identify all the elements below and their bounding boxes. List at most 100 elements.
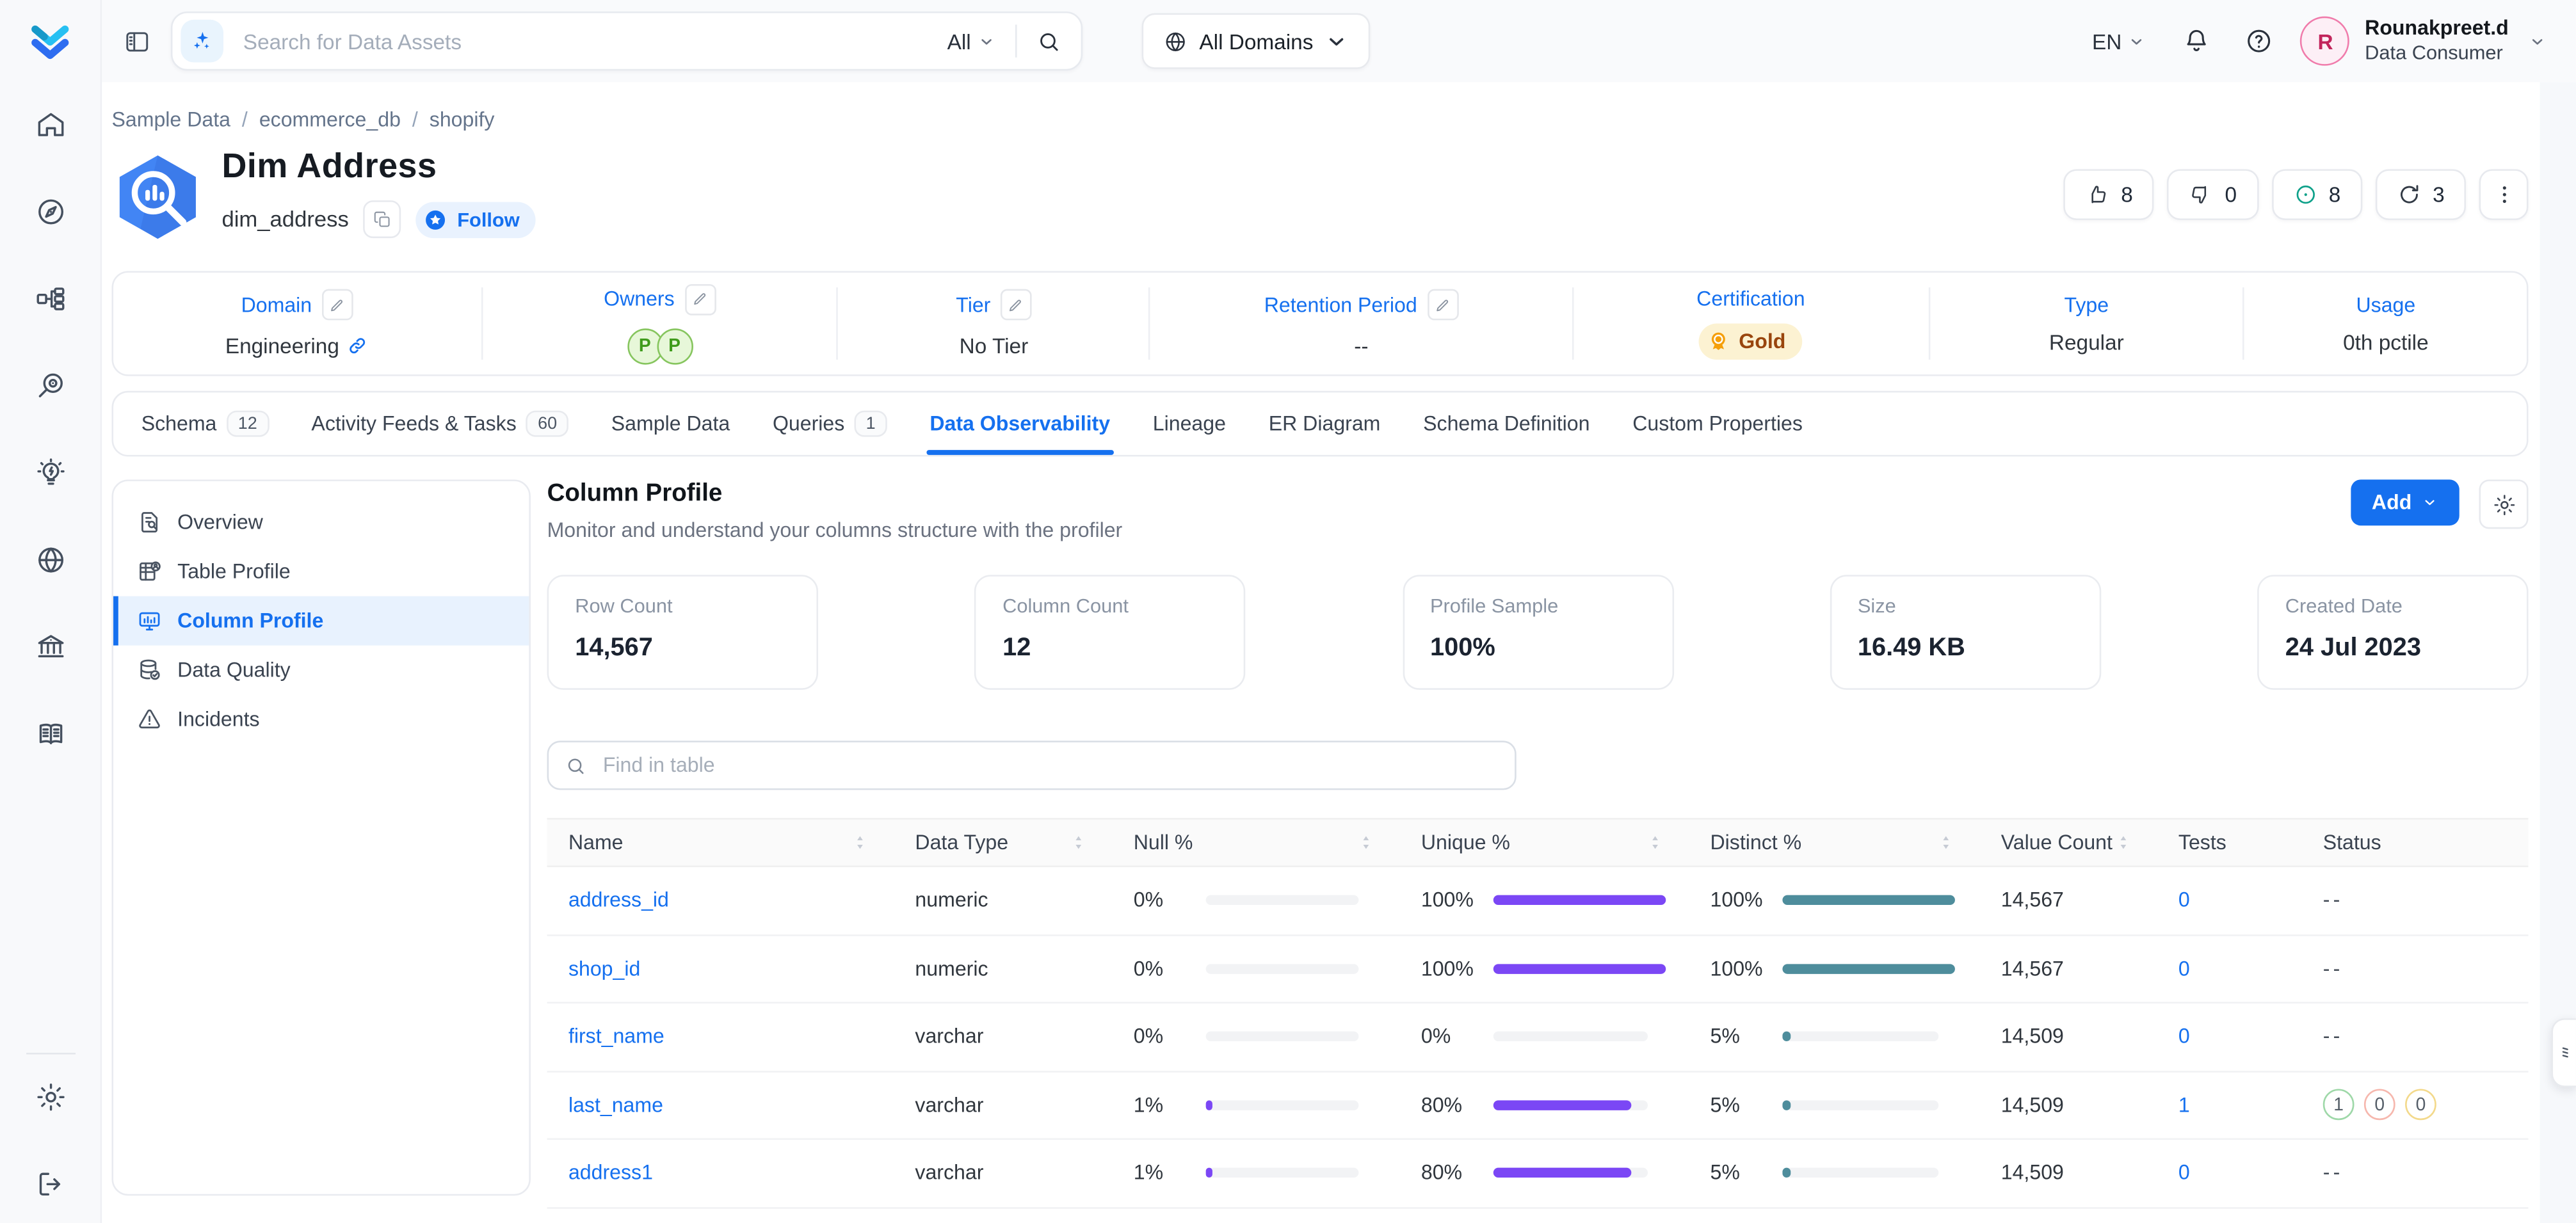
meta-label[interactable]: Usage xyxy=(2356,293,2416,316)
column-header-value-count[interactable]: Value Count xyxy=(1981,831,2159,854)
sort-caret-icon[interactable] xyxy=(1357,832,1375,853)
edit-pencil-icon[interactable] xyxy=(322,289,353,321)
more-options-button[interactable] xyxy=(2479,169,2529,220)
tab-activity-feeds-tasks[interactable]: Activity Feeds & Tasks60 xyxy=(311,392,568,455)
sidebar-item-column-profile[interactable]: Column Profile xyxy=(113,596,529,646)
profiler-settings-button[interactable] xyxy=(2479,479,2529,529)
tests-link[interactable]: 0 xyxy=(2178,1025,2190,1048)
tab-schema-definition[interactable]: Schema Definition xyxy=(1423,392,1590,455)
tests-link[interactable]: 1 xyxy=(2178,1094,2190,1117)
progress-fill xyxy=(1493,964,1666,973)
column-name-link[interactable]: first_name xyxy=(568,1025,664,1048)
column-name-link[interactable]: address1 xyxy=(568,1162,653,1185)
breadcrumb-item[interactable]: shopify xyxy=(430,108,495,131)
global-search-input[interactable] xyxy=(240,27,947,55)
downvote-button[interactable]: 0 xyxy=(2168,169,2258,220)
tests-link[interactable]: 0 xyxy=(2178,889,2190,912)
rail-explore-icon[interactable] xyxy=(34,195,67,228)
tests-link[interactable]: 0 xyxy=(2178,957,2190,980)
user-avatar[interactable]: R xyxy=(2301,17,2350,66)
edit-pencil-icon[interactable] xyxy=(684,284,716,315)
column-header-data-type[interactable]: Data Type xyxy=(896,831,1114,854)
breadcrumb-item[interactable]: ecommerce_db xyxy=(259,108,401,131)
meta-label[interactable]: Tier xyxy=(956,293,990,316)
version-history-button[interactable]: 3 xyxy=(2375,169,2466,220)
edit-pencil-icon[interactable] xyxy=(1001,289,1032,321)
column-header-distinct-[interactable]: Distinct % xyxy=(1691,831,1981,854)
meta-label[interactable]: Owners xyxy=(604,287,675,310)
find-in-table-input[interactable] xyxy=(600,752,1499,778)
find-in-table[interactable] xyxy=(547,740,1517,790)
rail-insights-icon[interactable] xyxy=(34,456,67,489)
globe-icon xyxy=(1163,29,1187,53)
status-empty: -- xyxy=(2323,889,2344,912)
breadcrumb-item[interactable]: Sample Data xyxy=(112,108,230,131)
sort-caret-icon[interactable] xyxy=(1070,832,1088,853)
sidebar-item-table-profile[interactable]: Table Profile xyxy=(113,547,529,596)
side-panel-handle[interactable] xyxy=(2551,1018,2575,1087)
meta-label[interactable]: Certification xyxy=(1696,287,1805,310)
meta-label[interactable]: Domain xyxy=(241,293,312,316)
global-search[interactable]: All xyxy=(171,12,1083,70)
entity-tabs: Schema12 Activity Feeds & Tasks60 Sample D… xyxy=(112,391,2529,457)
rail-governance-icon[interactable] xyxy=(34,630,67,663)
column-header-null-[interactable]: Null % xyxy=(1114,831,1401,854)
tab-er-diagram[interactable]: ER Diagram xyxy=(1269,392,1381,455)
follow-button[interactable]: Follow xyxy=(416,201,536,237)
column-header-name[interactable]: Name xyxy=(547,831,896,854)
sidebar-item-data-quality[interactable]: Data Quality xyxy=(113,646,529,695)
meta-label[interactable]: Retention Period xyxy=(1264,293,1417,316)
column-name-link[interactable]: address_id xyxy=(568,889,669,912)
user-info[interactable]: Rounakpreet.d Data Consumer xyxy=(2365,15,2509,67)
rail-logout-icon[interactable] xyxy=(34,1168,67,1201)
rail-glossary-icon[interactable] xyxy=(34,717,67,750)
meta-segment-tier: TierNo Tier xyxy=(837,287,1148,360)
status-badge-success[interactable]: 1 xyxy=(2323,1089,2355,1121)
edit-pencil-icon[interactable] xyxy=(1427,289,1458,321)
rail-home-icon[interactable] xyxy=(34,108,67,141)
meta-label[interactable]: Type xyxy=(2065,293,2109,316)
table-row: address_idnumeric0%100%100%14,5670-- xyxy=(547,867,2529,936)
copy-name-button[interactable] xyxy=(364,200,401,238)
watch-count-button[interactable]: 8 xyxy=(2271,169,2362,220)
tab-schema[interactable]: Schema12 xyxy=(141,392,269,455)
rail-lineage-icon[interactable] xyxy=(34,282,67,315)
sort-caret-icon[interactable] xyxy=(1646,832,1664,853)
column-name-link[interactable]: shop_id xyxy=(568,957,640,980)
sort-caret-icon[interactable] xyxy=(1937,832,1955,853)
rail-domains-icon[interactable] xyxy=(34,543,67,576)
warning-icon xyxy=(136,707,163,733)
app-logo-icon[interactable] xyxy=(26,18,74,65)
help-icon[interactable] xyxy=(2245,26,2274,56)
language-selector[interactable]: EN xyxy=(2092,29,2146,53)
sidebar-toggle-icon[interactable] xyxy=(123,27,151,55)
tab-lineage[interactable]: Lineage xyxy=(1153,392,1226,455)
user-menu-chevron-icon[interactable] xyxy=(2529,32,2547,50)
rail-settings-icon[interactable] xyxy=(34,1081,67,1114)
sidebar-item-incidents[interactable]: Incidents xyxy=(113,695,529,744)
tests-link[interactable]: 0 xyxy=(2178,1162,2190,1185)
sort-caret-icon[interactable] xyxy=(2114,832,2132,853)
all-domains-button[interactable]: All Domains xyxy=(1142,13,1371,69)
upvote-button[interactable]: 8 xyxy=(2063,169,2154,220)
domain-link-icon[interactable] xyxy=(348,335,369,356)
rail-observability-icon[interactable] xyxy=(34,369,67,402)
column-name-link[interactable]: last_name xyxy=(568,1094,663,1117)
sidebar-item-overview[interactable]: Overview xyxy=(113,498,529,547)
tab-label: Activity Feeds & Tasks xyxy=(311,412,516,435)
ai-sparkle-icon[interactable] xyxy=(181,20,223,63)
owner-avatar[interactable]: P xyxy=(656,328,692,364)
status-badge-failed[interactable]: 0 xyxy=(2364,1089,2395,1121)
add-button[interactable]: Add xyxy=(2351,479,2459,525)
tab-data-observability[interactable]: Data Observability xyxy=(930,392,1110,455)
notifications-bell-icon[interactable] xyxy=(2182,26,2212,56)
tab-queries[interactable]: Queries1 xyxy=(773,392,887,455)
search-icon[interactable] xyxy=(1036,29,1061,53)
summary-card-label: Created Date xyxy=(2285,595,2500,618)
sort-caret-icon[interactable] xyxy=(851,832,869,853)
tab-custom-properties[interactable]: Custom Properties xyxy=(1632,392,1803,455)
column-header-unique-[interactable]: Unique % xyxy=(1401,831,1691,854)
search-scope-dropdown[interactable]: All xyxy=(947,29,996,53)
tab-sample-data[interactable]: Sample Data xyxy=(611,392,730,455)
status-badge-aborted[interactable]: 0 xyxy=(2405,1089,2436,1121)
